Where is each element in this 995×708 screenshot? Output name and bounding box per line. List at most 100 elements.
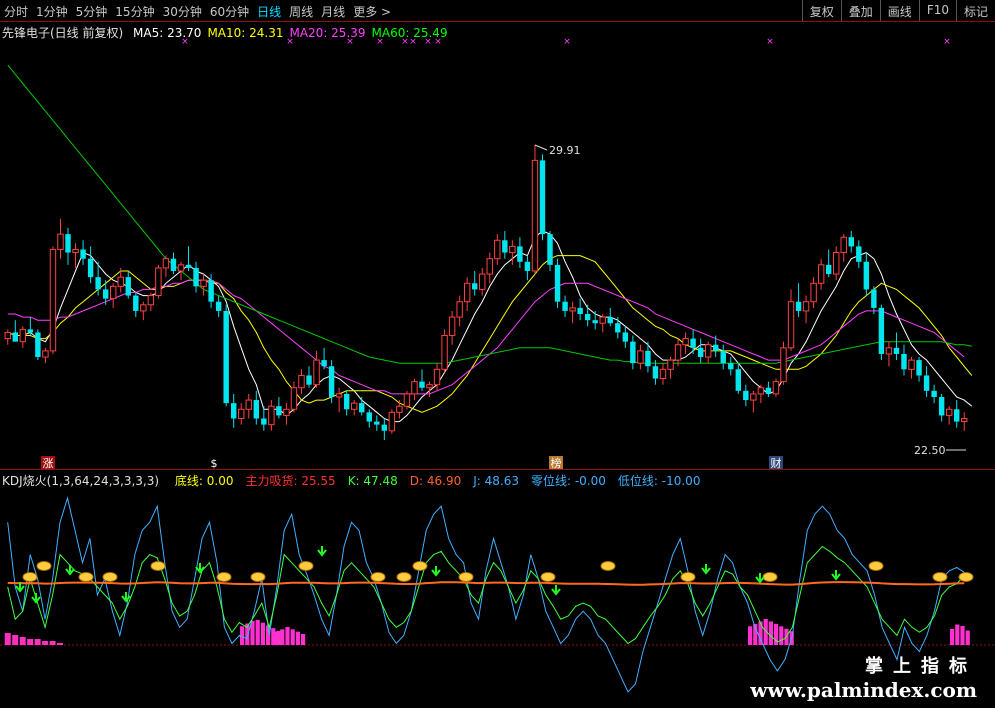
candle-body — [652, 366, 659, 379]
signal-arrow — [551, 585, 561, 596]
fire-marker — [958, 572, 974, 582]
candle-body — [584, 314, 591, 321]
candle-body — [569, 307, 576, 312]
candle-body — [697, 347, 704, 358]
candle-body — [750, 393, 757, 401]
signal-arrow — [701, 564, 711, 575]
fire-marker — [600, 561, 616, 571]
accumulation-bar — [779, 626, 784, 645]
candle-body — [810, 282, 817, 303]
candle-body — [290, 387, 298, 410]
price-chart[interactable]: × × × × × × × × × × × 29.9122.50涨 $ 榜财 — [0, 0, 995, 708]
candle-body — [193, 267, 199, 287]
candle-body — [261, 418, 267, 425]
event-tag: 榜 — [551, 456, 562, 470]
candle-body — [667, 359, 674, 370]
candles — [4, 145, 968, 440]
candle-body — [832, 252, 840, 275]
fire-marker — [762, 572, 778, 582]
candle-body — [102, 289, 109, 299]
candle-body — [177, 264, 185, 272]
accumulation-bar — [4, 633, 11, 645]
candle-body — [802, 301, 810, 312]
ma-lines — [7, 64, 973, 423]
watermark-line2: www.palmindex.com — [750, 678, 977, 702]
candle-body — [916, 360, 922, 376]
candle-body — [87, 258, 94, 278]
candle-body — [35, 332, 41, 358]
candle-body — [547, 234, 553, 265]
candle-body — [509, 245, 516, 254]
candle-body — [953, 409, 960, 422]
candle-body — [374, 421, 380, 425]
candle-body — [57, 233, 64, 250]
fire-marker — [102, 572, 118, 582]
candle-body — [268, 405, 275, 426]
candle-body — [825, 264, 832, 275]
accumulation-bar — [260, 622, 265, 645]
signal-mark: × — [401, 37, 409, 47]
candle-body — [350, 402, 358, 410]
candle-body — [140, 304, 147, 312]
candle-body — [704, 344, 712, 358]
candle-body — [938, 396, 945, 416]
event-tag: 财 — [771, 456, 782, 470]
signal-mark: × — [346, 37, 354, 47]
fire-marker — [396, 572, 412, 582]
candle-body — [223, 310, 229, 404]
fire-marker — [680, 572, 696, 582]
candle-body — [381, 424, 388, 431]
signal-arrow — [65, 565, 75, 576]
candle-body — [359, 403, 365, 413]
signal-mark: × — [943, 37, 951, 47]
accumulation-bar — [295, 631, 300, 645]
candle-body — [615, 323, 621, 333]
accumulation-bar — [748, 626, 753, 645]
candle-body — [343, 393, 350, 410]
candle-body — [328, 366, 335, 397]
signal-mark: × — [424, 37, 432, 47]
accumulation-bar — [42, 641, 49, 645]
candle-body — [682, 338, 689, 346]
signal-mark: × — [434, 37, 442, 47]
accumulation-bar — [49, 641, 56, 645]
candle-body — [645, 350, 651, 367]
candle-body — [486, 258, 493, 275]
signal-arrow — [31, 593, 41, 604]
signal-arrow — [831, 570, 841, 581]
signal-mark: × — [563, 37, 571, 47]
candle-body — [720, 350, 726, 364]
candle-body — [524, 261, 531, 271]
accumulation-bar — [57, 643, 64, 645]
candle-body — [592, 320, 598, 324]
event-tag: 涨 — [43, 457, 54, 470]
candle-body — [795, 301, 802, 311]
candle-body — [901, 353, 907, 370]
candle-body — [200, 279, 207, 287]
candle-body — [230, 403, 237, 419]
candle-body — [80, 249, 86, 259]
candle-body — [313, 359, 320, 386]
high-pointer — [534, 144, 548, 151]
fire-marker — [298, 561, 314, 571]
candle-body — [562, 301, 568, 311]
candle-body — [479, 273, 486, 290]
candle-body — [893, 347, 900, 354]
accumulation-bar — [285, 627, 290, 645]
candle-body — [49, 248, 57, 352]
candle-body — [456, 301, 463, 318]
candle-body — [923, 375, 930, 391]
candle-body — [403, 393, 411, 407]
fire-marker — [36, 561, 52, 571]
candle-body — [448, 316, 456, 337]
candle-body — [19, 328, 27, 343]
fire-marker — [22, 572, 38, 582]
candle-body — [411, 381, 418, 395]
candle-body — [848, 237, 854, 247]
signal-mark: × — [766, 37, 774, 47]
candle-body — [735, 369, 742, 391]
candle-body — [743, 390, 749, 401]
candle-body — [630, 341, 636, 364]
kdj-line-d — [7, 581, 965, 586]
accumulation-bar — [280, 629, 285, 645]
